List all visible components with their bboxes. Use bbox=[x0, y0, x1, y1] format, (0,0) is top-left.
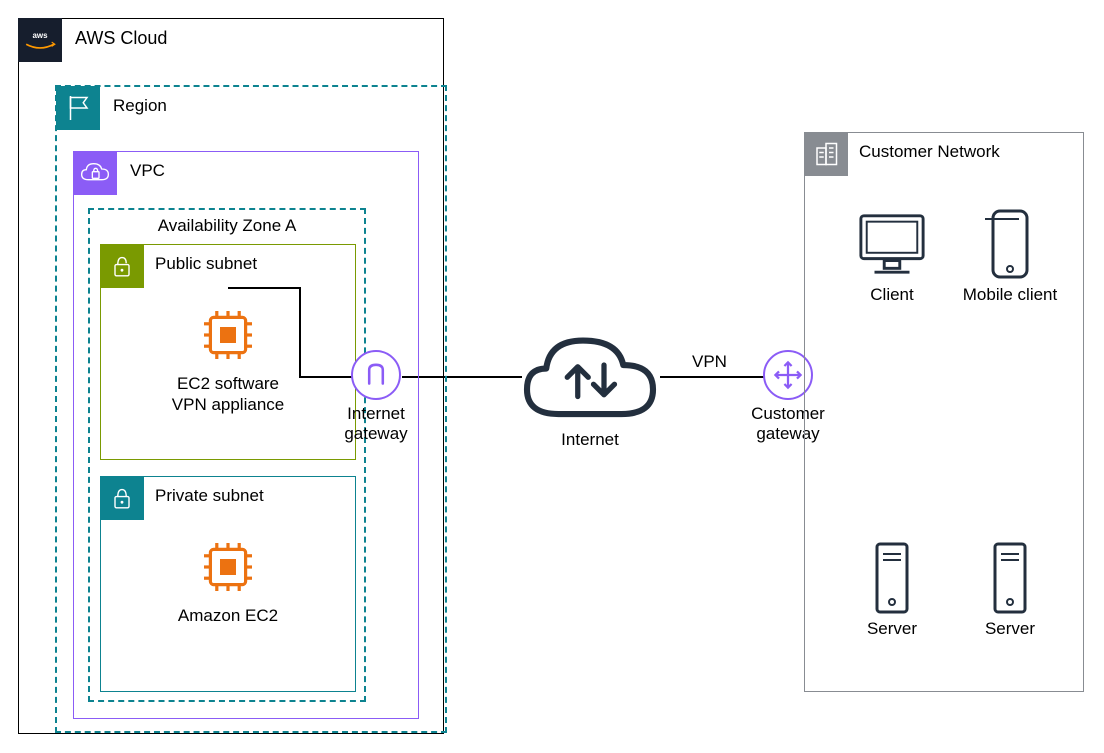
server-2: Server bbox=[955, 543, 1065, 639]
vpc-label: VPC bbox=[130, 161, 165, 181]
vpn-label: VPN bbox=[692, 352, 727, 372]
region-flag-icon bbox=[56, 86, 100, 130]
diagram-canvas: aws AWS Cloud Region bbox=[0, 0, 1104, 753]
aws-cloud-label: AWS Cloud bbox=[75, 28, 167, 49]
internet-gateway: Internetgateway bbox=[326, 350, 426, 445]
server-1-caption: Server bbox=[837, 619, 947, 639]
customer-network-container: Customer Network Client Mobile bbox=[804, 132, 1084, 692]
mobile-client-device: Mobile client bbox=[955, 209, 1065, 305]
region-label: Region bbox=[113, 96, 167, 116]
availability-zone-label: Availability Zone A bbox=[90, 216, 364, 236]
ec2-private-caption: Amazon EC2 bbox=[128, 605, 328, 626]
private-subnet-label: Private subnet bbox=[155, 486, 264, 506]
private-subnet-lock-icon bbox=[100, 476, 144, 520]
cloud-icon bbox=[520, 324, 660, 434]
desktop-icon bbox=[852, 209, 932, 281]
vpc-cloud-icon bbox=[73, 151, 117, 195]
server-icon bbox=[852, 543, 932, 615]
server-1: Server bbox=[837, 543, 947, 639]
aws-logo-icon: aws bbox=[18, 18, 62, 62]
svg-text:aws: aws bbox=[32, 31, 48, 40]
public-subnet-container: Public subnet bbox=[100, 244, 356, 460]
availability-zone-container: Availability Zone A Public subnet bbox=[88, 208, 366, 702]
internet-gateway-caption: Internetgateway bbox=[326, 404, 426, 445]
ec2-chip-icon bbox=[196, 535, 260, 599]
private-subnet-container: Private subnet bbox=[100, 476, 356, 692]
internet-cloud: Internet bbox=[510, 324, 670, 450]
ec2-private: Amazon EC2 bbox=[128, 535, 328, 626]
mobile-icon bbox=[970, 209, 1050, 281]
internet-caption: Internet bbox=[510, 430, 670, 450]
client-device: Client bbox=[837, 209, 947, 305]
server-icon bbox=[970, 543, 1050, 615]
public-subnet-lock-icon bbox=[100, 244, 144, 288]
customer-network-building-icon bbox=[804, 132, 848, 176]
internet-gateway-icon bbox=[351, 350, 401, 400]
ec2-chip-icon bbox=[196, 303, 260, 367]
mobile-client-caption: Mobile client bbox=[955, 285, 1065, 305]
public-subnet-label: Public subnet bbox=[155, 254, 257, 274]
server-2-caption: Server bbox=[955, 619, 1065, 639]
ec2-vpn-appliance-caption: EC2 softwareVPN appliance bbox=[128, 373, 328, 416]
client-caption: Client bbox=[837, 285, 947, 305]
customer-network-label: Customer Network bbox=[859, 142, 1000, 162]
ec2-vpn-appliance: EC2 softwareVPN appliance bbox=[128, 303, 328, 416]
